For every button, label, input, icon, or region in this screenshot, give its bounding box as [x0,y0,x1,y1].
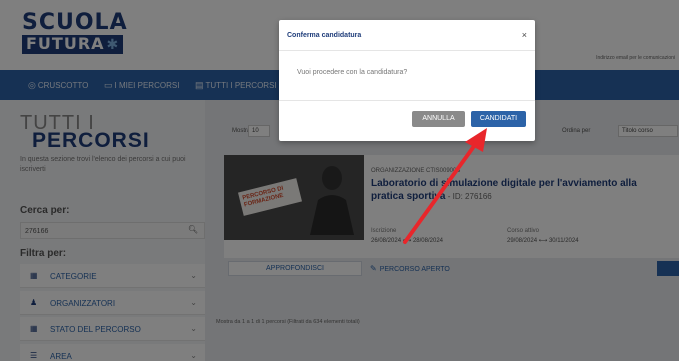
modal-divider-top [279,50,535,51]
modal-title: Conferma candidatura [287,32,362,39]
annotation-arrow [403,128,487,244]
modal-message: Vuoi procedere con la candidatura? [297,69,408,76]
modal-divider-bottom [279,100,535,101]
close-icon[interactable]: × [522,30,527,40]
